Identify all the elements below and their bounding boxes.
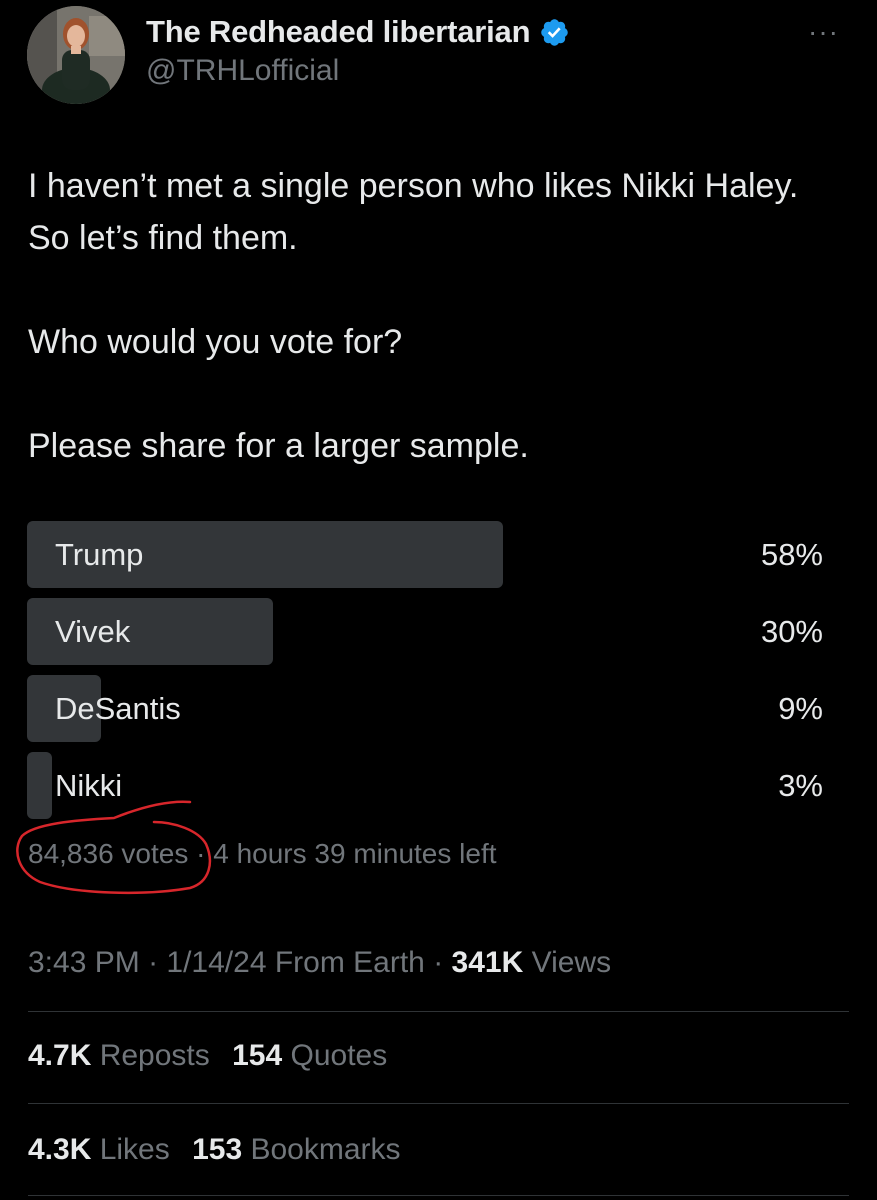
tweet-text: I haven’t met a single person who likes … <box>28 160 848 472</box>
red-circle-annotation <box>16 800 211 895</box>
divider <box>28 1011 849 1012</box>
likes-label: Likes <box>91 1133 170 1166</box>
poll-option-label: DeSantis <box>55 691 181 726</box>
bookmarks-stat[interactable]: 153 Bookmarks <box>192 1133 400 1166</box>
poll-option-percent: 3% <box>778 768 823 803</box>
poll-option-trump: Trump 58% <box>27 521 823 588</box>
tweet-line: I haven’t met a single person who likes … <box>28 167 799 257</box>
bookmarks-count: 153 <box>192 1133 243 1166</box>
poll-option-percent: 9% <box>778 691 823 726</box>
quotes-label: Quotes <box>282 1039 388 1072</box>
quotes-count: 154 <box>232 1039 283 1072</box>
divider <box>28 1195 849 1196</box>
separator: · <box>424 946 452 979</box>
verified-badge-icon <box>541 18 569 46</box>
display-name[interactable]: The Redheaded libertarian <box>146 14 531 50</box>
tweet-line: Who would you vote for? <box>28 323 403 361</box>
poll-option-vivek: Vivek 30% <box>27 598 823 665</box>
handle[interactable]: @TRHLofficial <box>146 54 339 88</box>
tweet-source: From Earth <box>266 946 425 979</box>
tweet-metadata: 3:43 PM · 1/14/24 From Earth · 341K View… <box>28 944 611 982</box>
poll-option-percent: 30% <box>760 614 823 649</box>
views-count: 341K <box>451 946 524 979</box>
engagement-stats-row: 4.3K Likes 153 Bookmarks <box>28 1131 415 1169</box>
separator: · <box>139 946 167 979</box>
poll-option-label: Vivek <box>55 614 131 649</box>
author-name-row[interactable]: The Redheaded libertarian <box>146 14 570 50</box>
likes-count: 4.3K <box>28 1133 92 1166</box>
reposts-stat[interactable]: 4.7K Reposts <box>28 1039 210 1072</box>
engagement-stats-row: 4.7K Reposts 154 Quotes <box>28 1037 401 1075</box>
poll: Trump 58% Vivek 30% DeSantis 9% Nikki 3% <box>27 521 823 829</box>
bookmarks-label: Bookmarks <box>242 1133 401 1166</box>
poll-option-desantis: DeSantis 9% <box>27 675 823 742</box>
reposts-label: Reposts <box>91 1039 210 1072</box>
tweet-date[interactable]: 1/14/24 <box>166 946 266 979</box>
avatar[interactable] <box>27 6 125 104</box>
poll-time-left: 4 hours 39 minutes left <box>213 838 497 869</box>
tweet-time[interactable]: 3:43 PM <box>28 946 140 979</box>
likes-stat[interactable]: 4.3K Likes <box>28 1133 170 1166</box>
avatar-photo <box>27 6 125 104</box>
reposts-count: 4.7K <box>28 1039 92 1072</box>
more-options-icon[interactable]: ··· <box>808 18 839 46</box>
quotes-stat[interactable]: 154 Quotes <box>232 1039 387 1072</box>
divider <box>28 1103 849 1104</box>
tweet-line: Please share for a larger sample. <box>28 427 529 465</box>
poll-option-percent: 58% <box>760 537 823 572</box>
poll-option-label: Trump <box>55 537 144 572</box>
views-label: Views <box>523 946 612 979</box>
